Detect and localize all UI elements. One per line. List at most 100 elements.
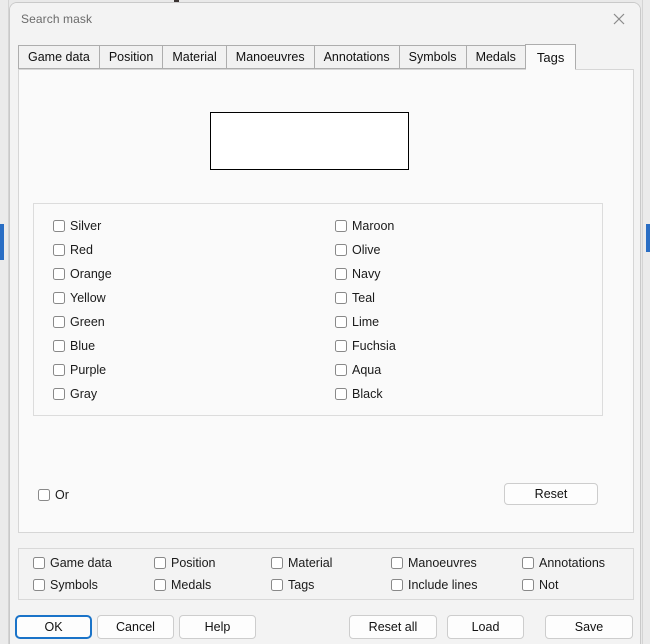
checkbox-row-maroon[interactable]: Maroon: [335, 214, 602, 238]
tab-label: Material: [172, 50, 217, 64]
checkbox-label: Or: [55, 488, 69, 502]
checkbox-maroon[interactable]: [335, 220, 347, 232]
help-button[interactable]: Help: [179, 615, 256, 639]
tab-material[interactable]: Material: [162, 45, 227, 69]
tab-tags[interactable]: Tags: [524, 44, 577, 70]
tag-colors-column-right: Maroon Olive Navy Teal Lime Fuchsia Aqua…: [324, 204, 602, 415]
checkbox-lime[interactable]: [335, 316, 347, 328]
checkbox-scope-game-data[interactable]: [33, 557, 45, 569]
checkbox-label: Symbols: [50, 578, 98, 592]
tab-label: Symbols: [408, 50, 457, 64]
checkbox-green[interactable]: [53, 316, 65, 328]
tab-position[interactable]: Position: [98, 45, 164, 69]
checkbox-label: Yellow: [70, 291, 106, 305]
checkbox-fuchsia[interactable]: [335, 340, 347, 352]
checkbox-label: Black: [352, 387, 383, 401]
window-title: Search mask: [21, 11, 93, 26]
tag-preview-input[interactable]: [210, 112, 409, 170]
checkbox-row-fuchsia[interactable]: Fuchsia: [335, 334, 602, 358]
checkbox-blue[interactable]: [53, 340, 65, 352]
checkbox-scope-not[interactable]: [522, 579, 534, 591]
checkbox-scope-manoeuvres[interactable]: [391, 557, 403, 569]
checkbox-row-scope-tags[interactable]: Tags: [271, 578, 314, 592]
checkbox-row-olive[interactable]: Olive: [335, 238, 602, 262]
checkbox-label: Olive: [352, 243, 381, 257]
checkbox-olive[interactable]: [335, 244, 347, 256]
tab-annotations[interactable]: Annotations: [313, 45, 400, 69]
tab-manoeuvres[interactable]: Manoeuvres: [225, 45, 315, 69]
checkbox-label: Red: [70, 243, 93, 257]
checkbox-row-scope-material[interactable]: Material: [271, 556, 332, 570]
checkbox-row-scope-game-data[interactable]: Game data: [33, 556, 112, 570]
tab-label: Medals: [475, 50, 516, 64]
checkbox-row-or[interactable]: Or: [38, 488, 69, 502]
checkbox-row-navy[interactable]: Navy: [335, 262, 602, 286]
checkbox-purple[interactable]: [53, 364, 65, 376]
checkbox-scope-tags[interactable]: [271, 579, 283, 591]
checkbox-row-gray[interactable]: Gray: [53, 382, 324, 406]
checkbox-row-scope-not[interactable]: Not: [522, 578, 558, 592]
checkbox-label: Maroon: [352, 219, 395, 233]
checkbox-yellow[interactable]: [53, 292, 65, 304]
ok-button[interactable]: OK: [15, 615, 92, 639]
tab-label: Tags: [536, 49, 565, 65]
search-mask-dialog: Search mask Game data Position Material …: [9, 2, 641, 644]
checkbox-row-scope-include-lines[interactable]: Include lines: [391, 578, 478, 592]
checkbox-label: Tags: [288, 578, 315, 592]
checkbox-orange[interactable]: [53, 268, 65, 280]
checkbox-row-teal[interactable]: Teal: [335, 286, 602, 310]
checkbox-aqua[interactable]: [335, 364, 347, 376]
close-icon: [613, 13, 625, 25]
checkbox-silver[interactable]: [53, 220, 65, 232]
checkbox-row-black[interactable]: Black: [335, 382, 602, 406]
tags-tab-panel: Silver Red Orange Yellow Green Blue Purp…: [18, 69, 634, 533]
checkbox-black[interactable]: [335, 388, 347, 400]
checkbox-row-yellow[interactable]: Yellow: [53, 286, 324, 310]
checkbox-label: Green: [70, 315, 105, 329]
checkbox-label: Aqua: [352, 363, 382, 377]
checkbox-row-silver[interactable]: Silver: [53, 214, 324, 238]
tab-label: Manoeuvres: [235, 50, 305, 64]
load-button[interactable]: Load: [447, 615, 524, 639]
checkbox-label: Material: [288, 556, 333, 570]
checkbox-label: Annotations: [539, 556, 606, 570]
checkbox-or[interactable]: [38, 489, 50, 501]
checkbox-label: Medals: [171, 578, 212, 592]
checkbox-label: Lime: [352, 315, 380, 329]
checkbox-row-scope-position[interactable]: Position: [154, 556, 215, 570]
checkbox-scope-include-lines[interactable]: [391, 579, 403, 591]
reset-all-button[interactable]: Reset all: [349, 615, 437, 639]
checkbox-row-purple[interactable]: Purple: [53, 358, 324, 382]
checkbox-scope-position[interactable]: [154, 557, 166, 569]
save-button[interactable]: Save: [545, 615, 633, 639]
tab-symbols[interactable]: Symbols: [398, 45, 467, 69]
close-button[interactable]: [598, 3, 640, 34]
checkbox-row-red[interactable]: Red: [53, 238, 324, 262]
checkbox-navy[interactable]: [335, 268, 347, 280]
checkbox-row-orange[interactable]: Orange: [53, 262, 324, 286]
checkbox-row-scope-medals[interactable]: Medals: [154, 578, 211, 592]
checkbox-row-scope-symbols[interactable]: Symbols: [33, 578, 98, 592]
checkbox-scope-annotations[interactable]: [522, 557, 534, 569]
checkbox-row-lime[interactable]: Lime: [335, 310, 602, 334]
checkbox-row-scope-annotations[interactable]: Annotations: [522, 556, 605, 570]
tab-strip: Game data Position Material Manoeuvres A…: [18, 44, 634, 70]
checkbox-scope-material[interactable]: [271, 557, 283, 569]
search-scope-group: Game data Position Material Manoeuvres A…: [18, 548, 634, 600]
tab-medals[interactable]: Medals: [465, 45, 526, 69]
checkbox-row-aqua[interactable]: Aqua: [335, 358, 602, 382]
checkbox-scope-symbols[interactable]: [33, 579, 45, 591]
checkbox-scope-medals[interactable]: [154, 579, 166, 591]
tag-colors-column-left: Silver Red Orange Yellow Green Blue Purp…: [34, 204, 324, 415]
checkbox-row-blue[interactable]: Blue: [53, 334, 324, 358]
checkbox-gray[interactable]: [53, 388, 65, 400]
tab-game-data[interactable]: Game data: [18, 45, 100, 69]
checkbox-red[interactable]: [53, 244, 65, 256]
cancel-button[interactable]: Cancel: [97, 615, 174, 639]
checkbox-teal[interactable]: [335, 292, 347, 304]
reset-button[interactable]: Reset: [504, 483, 598, 505]
checkbox-row-scope-manoeuvres[interactable]: Manoeuvres: [391, 556, 477, 570]
checkbox-row-green[interactable]: Green: [53, 310, 324, 334]
checkbox-label: Navy: [352, 267, 381, 281]
tab-label: Position: [108, 50, 154, 64]
